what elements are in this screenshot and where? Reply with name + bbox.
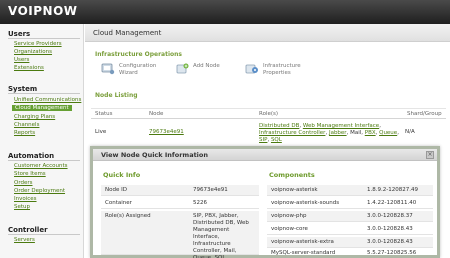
component-row: voipnow-asterisk-extra 3.0.0-120828.43 [267, 237, 433, 248]
column-node[interactable]: Node [149, 111, 163, 117]
sidebar-item-channels[interactable]: Channels [14, 122, 39, 128]
component-name: voipnow-asterisk [271, 187, 318, 193]
component-name: MySQL-server-standard [271, 250, 336, 256]
quick-info-key: Role(s) Assigned [105, 213, 151, 219]
sidebar-section-users: Users [8, 30, 31, 38]
component-row: voipnow-asterisk-sounds 1.4.22-120811.40 [267, 198, 433, 209]
sidebar-section-controller: Controller [8, 226, 48, 234]
role-link[interactable]: SQL [271, 137, 282, 143]
quick-info-row-container: Container 5226 [101, 198, 259, 209]
column-shard-group[interactable]: Shard/Group [407, 111, 442, 117]
infrastructure-properties-button[interactable]: Infrastructure Properties [245, 63, 309, 77]
section-divider [8, 234, 80, 235]
page-title-bar: Cloud Management [85, 24, 450, 42]
quick-info-value: 79673e4e91 [193, 187, 228, 193]
quick-info-key: Container [105, 200, 132, 206]
row-status: Live [95, 129, 107, 135]
component-version: 5.5.27-120825.56 [367, 250, 417, 256]
configuration-wizard-button[interactable]: Configuration Wizard [101, 63, 165, 77]
component-name: voipnow-core [271, 226, 308, 232]
component-name: voipnow-asterisk-extra [271, 239, 334, 245]
component-row: MySQL-server-standard 5.5.27-120825.56 [267, 248, 433, 258]
logo-text: VOIPNOW [8, 4, 78, 18]
sidebar-item-unified-communications[interactable]: Unified Communications [14, 97, 81, 103]
sidebar-item-customer-accounts[interactable]: Customer Accounts [14, 163, 68, 169]
node-listing-heading: Node Listing [95, 92, 138, 99]
page-title: Cloud Management [93, 29, 162, 37]
section-divider [8, 38, 80, 39]
column-roles[interactable]: Role(s) [259, 111, 278, 117]
component-version: 3.0.0-120828.43 [367, 239, 413, 245]
view-node-quick-information-dialog: View Node Quick Information × Quick Info… [90, 146, 440, 258]
component-version: 3.0.0-120828.37 [367, 213, 413, 219]
quick-info-row-node-id: Node ID 79673e4e91 [101, 185, 259, 196]
modal-title: View Node Quick Information [101, 151, 209, 159]
component-row: voipnow-asterisk 1.8.9.2-120827.49 [267, 185, 433, 196]
row-shard: N/A [405, 129, 415, 135]
component-version: 1.8.9.2-120827.49 [367, 187, 418, 193]
component-name: voipnow-asterisk-sounds [271, 200, 340, 206]
infrastructure-operations-heading: Infrastructure Operations [95, 51, 182, 58]
sidebar-item-setup[interactable]: Setup [14, 204, 30, 210]
column-status[interactable]: Status [95, 111, 113, 117]
infrastructure-properties-label: Infrastructure Properties [263, 63, 301, 76]
component-version: 3.0.0-120828.43 [367, 226, 413, 232]
node-listing-header: Status Node Role(s) Shard/Group [91, 108, 446, 119]
sidebar-item-reports[interactable]: Reports [14, 130, 35, 136]
component-row: voipnow-php 3.0.0-120828.37 [267, 211, 433, 222]
sidebar-item-invoices[interactable]: Invoices [14, 196, 37, 202]
configuration-wizard-icon [101, 63, 115, 75]
role-link[interactable]: Queue [379, 130, 397, 136]
sidebar-section-automation: Automation [8, 152, 55, 160]
quick-info-row-roles: Role(s) Assigned SIP, PBX, Jabber, Distr… [101, 211, 259, 258]
quick-info-value: 5226 [193, 200, 207, 206]
add-node-icon [176, 63, 189, 74]
sidebar-item-store-items[interactable]: Store Items [14, 171, 46, 177]
component-name: voipnow-php [271, 213, 307, 219]
modal-title-bar: View Node Quick Information × [93, 149, 437, 161]
row-node-link[interactable]: 79673e4e91 [149, 129, 184, 135]
add-node-button[interactable]: Add Node [175, 63, 239, 75]
add-node-label: Add Node [193, 63, 220, 69]
configuration-wizard-label: Configuration Wizard [119, 63, 157, 76]
section-divider [8, 93, 80, 94]
sidebar-item-service-providers[interactable]: Service Providers [14, 41, 62, 47]
infrastructure-properties-icon [245, 64, 258, 74]
voipnow-logo[interactable]: VOIPNOW [8, 4, 78, 18]
quick-info-value: SIP, PBX, Jabber, Distributed DB, Web Ma… [193, 213, 249, 258]
row-roles: Distributed DB, Web Management Interface… [259, 123, 399, 143]
sidebar-item-charging-plans[interactable]: Charging Plans [14, 114, 55, 120]
component-row: voipnow-core 3.0.0-120828.43 [267, 224, 433, 235]
role-link[interactable]: SIP [259, 137, 267, 143]
sidebar-section-system: System [8, 85, 38, 93]
sidebar-item-orders[interactable]: Orders [14, 180, 33, 186]
quick-info-key: Node ID [105, 187, 127, 193]
section-divider [8, 160, 80, 161]
role-link[interactable]: Web Management Interface [303, 123, 379, 129]
role-link[interactable]: PBX [365, 130, 376, 136]
role-link[interactable]: Distributed DB [259, 123, 299, 129]
component-version: 1.4.22-120811.40 [367, 200, 417, 206]
role-link[interactable]: Infrastructure Controller [259, 130, 325, 136]
top-header: VOIPNOW [0, 0, 450, 24]
components-heading: Components [269, 171, 315, 179]
role-link[interactable]: Jabber [329, 130, 347, 136]
close-icon[interactable]: × [426, 151, 434, 159]
role-text: Mail [350, 130, 362, 136]
sidebar-item-servers[interactable]: Servers [14, 237, 35, 243]
sidebar-item-cloud-management[interactable]: Cloud Management [12, 105, 72, 111]
sidebar-item-organizations[interactable]: Organizations [14, 49, 52, 55]
sidebar: Users Service Providers Organizations Us… [0, 24, 84, 258]
sidebar-item-order-deployment[interactable]: Order Deployment [14, 188, 65, 194]
sidebar-item-users[interactable]: Users [14, 57, 29, 63]
quick-info-heading: Quick Info [103, 171, 141, 179]
sidebar-item-extensions[interactable]: Extensions [14, 65, 44, 71]
